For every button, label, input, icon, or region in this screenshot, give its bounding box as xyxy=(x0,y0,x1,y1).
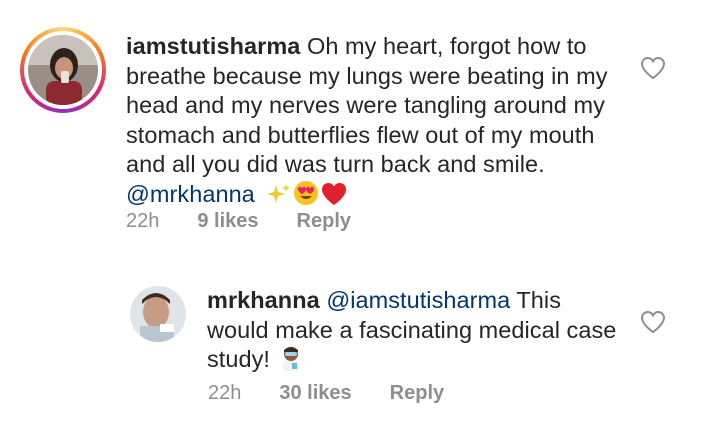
scientist-emoji-icon xyxy=(279,345,303,379)
like-heart-icon[interactable] xyxy=(640,310,666,334)
mention-link[interactable]: @mrkhanna xyxy=(126,181,255,207)
reply-comment: mrkhanna @iamstutisharma This would make… xyxy=(0,270,706,437)
sparkles-emoji-icon xyxy=(267,182,291,214)
red-heart-emoji-icon xyxy=(321,182,347,214)
comment-username[interactable]: mrkhanna xyxy=(207,287,320,313)
like-heart-icon[interactable] xyxy=(640,56,666,80)
profile-photo-icon xyxy=(130,286,186,342)
avatar[interactable] xyxy=(20,27,106,113)
comment-username[interactable]: iamstutisharma xyxy=(126,33,300,59)
comment-likes[interactable]: 9 likes xyxy=(197,210,258,233)
reply-button[interactable]: Reply xyxy=(297,210,351,233)
comment-time: 22h xyxy=(126,210,160,232)
reply-button[interactable]: Reply xyxy=(390,382,444,405)
comment-meta: 22h 30 likes Reply xyxy=(208,382,482,405)
profile-photo-icon xyxy=(28,35,98,105)
heart-eyes-emoji-icon xyxy=(293,180,319,214)
comment-meta: 22h 9 likes Reply xyxy=(126,210,389,233)
avatar[interactable] xyxy=(130,286,186,342)
mention-link[interactable]: @iamstutisharma xyxy=(326,287,510,313)
comment-time: 22h xyxy=(208,382,242,404)
comment-likes[interactable]: 30 likes xyxy=(279,382,351,405)
comment: iamstutisharma Oh my heart, forgot how t… xyxy=(0,0,706,250)
comment-text: iamstutisharma Oh my heart, forgot how t… xyxy=(126,32,626,213)
comment-text: mrkhanna @iamstutisharma This would make… xyxy=(207,286,627,379)
